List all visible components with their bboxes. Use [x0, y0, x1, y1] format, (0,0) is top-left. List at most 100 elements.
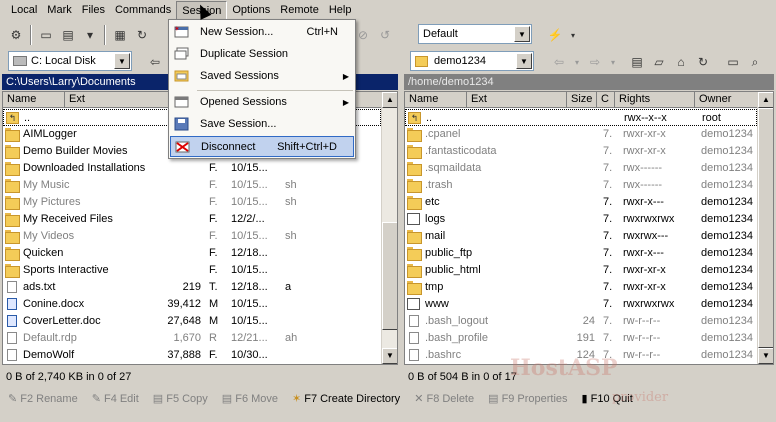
forward-arrow-icon[interactable]: ⇨	[585, 52, 605, 72]
scroll-down-arrow-icon[interactable]: ▼	[382, 348, 397, 364]
parent-directory-icon[interactable]: ▤	[627, 52, 647, 72]
local-file-row[interactable]: My Videos F. 10/15... sh	[3, 228, 381, 245]
chevron-down-icon[interactable]: ▼	[114, 53, 130, 69]
root-directory-icon[interactable]: ▱	[649, 52, 669, 72]
local-drive-select[interactable]: C: Local Disk ▼	[8, 51, 132, 71]
lightning-icon[interactable]: ⚡	[545, 25, 565, 45]
local-file-row[interactable]: My Music F. 10/15... sh	[3, 177, 381, 194]
menu-local[interactable]: Local	[6, 1, 42, 20]
chevron-down-icon[interactable]: ▾	[563, 25, 583, 45]
svg-text:✶: ✶	[174, 25, 180, 33]
synchronize-icon[interactable]: ▤	[58, 25, 78, 45]
file-c: 7.	[603, 196, 613, 208]
local-file-row[interactable]: My Received Files F. 12/2/...	[3, 211, 381, 228]
refresh-icon[interactable]: ↻	[693, 52, 713, 72]
menu-item-duplicate-session[interactable]: Duplicate Session	[170, 44, 354, 65]
remote-file-row[interactable]: mail 7. rwxrwx--- demo1234	[405, 228, 757, 245]
fkey-delete[interactable]: ✕ F8 Delete	[414, 392, 474, 405]
file-size: 27,648	[167, 315, 201, 327]
save-session-icon	[174, 117, 190, 131]
file-c: 7.	[603, 179, 613, 191]
remote-file-row[interactable]: public_html 7. rwxr-xr-x demo1234	[405, 262, 757, 279]
remote-file-row[interactable]: ↰.. rwx--x--x root	[405, 109, 757, 126]
remote-file-row[interactable]: tmp 7. rwxr-xr-x demo1234	[405, 279, 757, 296]
remote-file-row[interactable]: .sqmaildata 7. rwx------ demo1234	[405, 160, 757, 177]
session-profile-select[interactable]: Default ▼	[418, 24, 532, 44]
chevron-down-icon[interactable]: ▼	[516, 53, 532, 69]
chevron-down-icon[interactable]: ▾	[603, 52, 623, 72]
column-header-name[interactable]: Name	[405, 92, 467, 108]
remote-file-row[interactable]: public_ftp 7. rwxr-x--- demo1234	[405, 245, 757, 262]
preferences-gear-icon[interactable]: ⚙	[6, 25, 26, 45]
open-directory-icon[interactable]: ▭	[723, 52, 743, 72]
back-arrow-icon[interactable]: ⇦	[145, 52, 165, 72]
remote-file-row[interactable]: .bash_profile 191 7. rw-r--r-- demo1234	[405, 330, 757, 347]
compare-directories-icon[interactable]: ▭	[36, 25, 56, 45]
file-name: Conine.docx	[23, 298, 85, 310]
scroll-down-arrow-icon[interactable]: ▼	[758, 348, 773, 364]
scroll-thumb[interactable]	[382, 222, 397, 330]
fkey-properties[interactable]: ▤ F9 Properties	[488, 392, 567, 405]
remote-file-row[interactable]: .bash_logout 24 7. rw-r--r-- demo1234	[405, 313, 757, 330]
remote-file-row[interactable]: www 7. rwxrwxrwx demo1234	[405, 296, 757, 313]
menu-options[interactable]: Options	[227, 1, 275, 20]
terminal-icon[interactable]: ▦	[110, 25, 130, 45]
column-header-name[interactable]: Name	[3, 92, 65, 108]
menu-item-saved-sessions[interactable]: Saved Sessions ▶	[170, 66, 354, 87]
chevron-down-icon[interactable]: ▾	[567, 52, 587, 72]
local-file-row[interactable]: Quicken F. 12/18...	[3, 245, 381, 262]
remote-file-row[interactable]: .trash 7. rwx------ demo1234	[405, 177, 757, 194]
fkey-key: F4	[103, 392, 117, 405]
column-header-owner[interactable]: Owner	[695, 92, 759, 108]
menu-help[interactable]: Help	[324, 1, 357, 20]
scroll-thumb[interactable]	[758, 108, 773, 348]
column-header-ext[interactable]: Ext	[467, 92, 567, 108]
local-file-row[interactable]: Conine.docx 39,412 M 10/15...	[3, 296, 381, 313]
local-vertical-scrollbar[interactable]: ▲ ▼	[381, 92, 397, 364]
menu-commands[interactable]: Commands	[110, 1, 176, 20]
fkey-rename[interactable]: ✎ F2 Rename	[8, 392, 78, 405]
find-icon[interactable]: ⌕	[745, 52, 765, 72]
menu-item-disconnect[interactable]: Disconnect Shift+Ctrl+D	[170, 136, 354, 157]
refresh-icon[interactable]: ↻	[132, 25, 152, 45]
file-c: 7.	[603, 247, 613, 259]
remote-dir-select[interactable]: demo1234 ▼	[410, 51, 534, 71]
menu-remote[interactable]: Remote	[275, 1, 324, 20]
chevron-down-icon[interactable]: ▼	[514, 26, 530, 42]
remote-file-row[interactable]: .cpanel 7. rwxr-xr-x demo1234	[405, 126, 757, 143]
back-arrow-icon[interactable]: ⇦	[549, 52, 569, 72]
remote-vertical-scrollbar[interactable]: ▲ ▼	[757, 92, 773, 364]
menu-separator	[197, 90, 353, 91]
file-type: F.	[209, 179, 218, 191]
remote-file-row[interactable]: .fantasticodata 7. rwxr-xr-x demo1234	[405, 143, 757, 160]
column-header-rights[interactable]: Rights	[615, 92, 695, 108]
remote-file-row[interactable]: etc 7. rwxr-x--- demo1234	[405, 194, 757, 211]
remote-file-row[interactable]: logs 7. rwxrwxrwx demo1234	[405, 211, 757, 228]
local-file-row[interactable]: Downloaded Installations F. 10/15...	[3, 160, 381, 177]
scroll-up-arrow-icon[interactable]: ▲	[382, 92, 397, 108]
menu-item-save-session[interactable]: Save Session...	[170, 114, 354, 135]
column-header-c[interactable]: C	[597, 92, 615, 108]
fkey-move[interactable]: ▤ F6 Move	[222, 392, 278, 405]
local-file-row[interactable]: My Pictures F. 10/15... sh	[3, 194, 381, 211]
home-icon[interactable]: ⌂	[671, 52, 691, 72]
menu-files[interactable]: Files	[77, 1, 110, 20]
local-file-row[interactable]: DemoWolf 37,888 F. 10/30...	[3, 347, 381, 364]
local-file-row[interactable]: CoverLetter.doc 27,648 M 10/15...	[3, 313, 381, 330]
local-file-row[interactable]: Default.rdp 1,670 R 12/21... ah	[3, 330, 381, 347]
local-file-row[interactable]: ads.txt 219 T. 12/18... a	[3, 279, 381, 296]
local-file-row[interactable]: Sports Interactive F. 10/15...	[3, 262, 381, 279]
file-rights: rwx------	[623, 162, 663, 174]
menu-mark[interactable]: Mark	[42, 1, 76, 20]
fkey-edit[interactable]: ✎ F4 Edit	[92, 392, 139, 405]
menu-item-opened-sessions[interactable]: Opened Sessions ▶	[170, 92, 354, 113]
fkey-key: F2	[20, 392, 34, 405]
folder-icon	[407, 230, 422, 244]
menu-item-new-session[interactable]: ✶ New Session... Ctrl+N	[170, 22, 354, 43]
file-name: Demo Builder Movies	[23, 145, 128, 157]
scroll-up-arrow-icon[interactable]: ▲	[758, 92, 773, 108]
fkey-create-directory[interactable]: ✶ F7 Create Directory	[292, 392, 400, 405]
queue-icon[interactable]: ▾	[80, 25, 100, 45]
fkey-copy[interactable]: ▤ F5 Copy	[153, 392, 208, 405]
column-header-size[interactable]: Size	[567, 92, 597, 108]
